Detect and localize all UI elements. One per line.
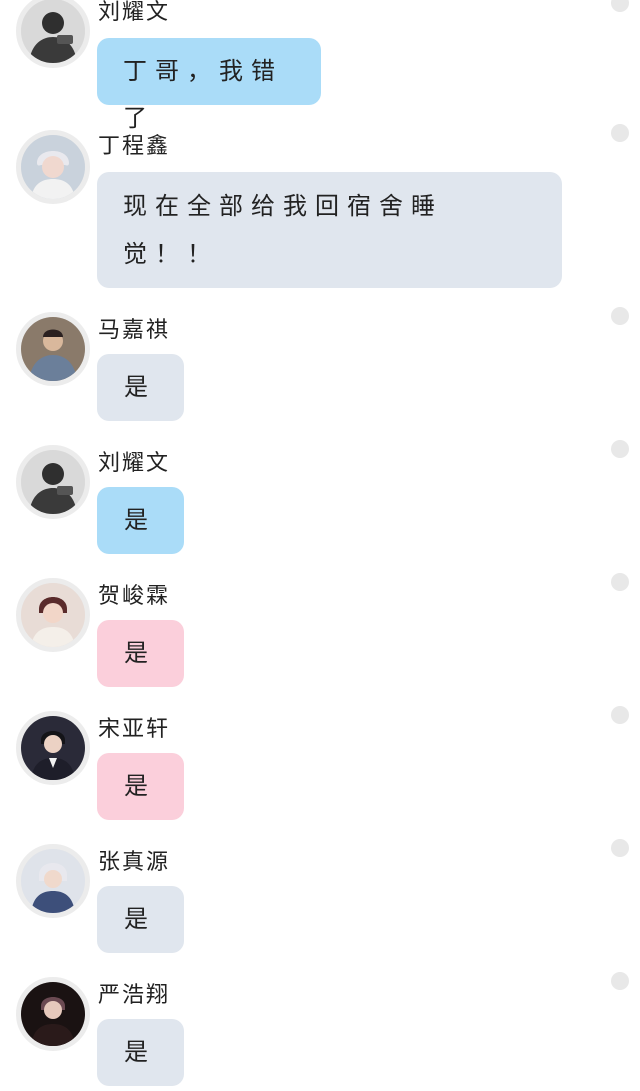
person-photo-icon bbox=[21, 135, 85, 199]
message-bubble[interactable]: 丁哥，我错了 bbox=[97, 38, 321, 132]
avatar[interactable] bbox=[16, 0, 90, 68]
avatar[interactable] bbox=[16, 977, 90, 1051]
sender-name: 严浩翔 bbox=[98, 983, 171, 1008]
message-bubble[interactable]: 是 bbox=[97, 1019, 184, 1086]
status-dot bbox=[611, 839, 629, 857]
status-dot bbox=[611, 706, 629, 724]
person-photo-icon bbox=[21, 317, 85, 381]
status-dot bbox=[611, 0, 629, 12]
avatar[interactable] bbox=[16, 711, 90, 785]
status-dot bbox=[611, 972, 629, 990]
sender-name: 张真源 bbox=[98, 850, 171, 875]
avatar[interactable] bbox=[16, 578, 90, 652]
sender-name: 刘耀文 bbox=[98, 451, 171, 476]
status-dot bbox=[611, 573, 629, 591]
sender-name: 贺峻霖 bbox=[98, 584, 171, 609]
sender-name: 刘耀文 bbox=[98, 0, 171, 25]
status-dot bbox=[611, 307, 629, 325]
person-photo-icon bbox=[21, 0, 85, 63]
person-photo-icon bbox=[21, 849, 85, 913]
status-dot bbox=[611, 124, 629, 142]
avatar[interactable] bbox=[16, 312, 90, 386]
status-dot bbox=[611, 440, 629, 458]
message-bubble[interactable]: 是 bbox=[97, 886, 184, 953]
message-bubble[interactable]: 现在全部给我回宿舍睡觉！！ bbox=[97, 172, 562, 288]
avatar[interactable] bbox=[16, 130, 90, 204]
sender-name: 马嘉祺 bbox=[98, 318, 171, 343]
person-photo-icon bbox=[21, 450, 85, 514]
chat-thread[interactable]: 刘耀文 丁哥，我错了 丁程鑫 现在全部给我回宿舍睡觉！！ 马嘉祺 是 刘耀文 是… bbox=[0, 0, 640, 1091]
person-photo-icon bbox=[21, 716, 85, 780]
message-bubble[interactable]: 是 bbox=[97, 354, 184, 421]
message-bubble[interactable]: 是 bbox=[97, 487, 184, 554]
person-photo-icon bbox=[21, 583, 85, 647]
sender-name: 宋亚轩 bbox=[98, 717, 171, 742]
avatar[interactable] bbox=[16, 445, 90, 519]
sender-name: 丁程鑫 bbox=[98, 134, 171, 159]
person-photo-icon bbox=[21, 982, 85, 1046]
message-bubble[interactable]: 是 bbox=[97, 620, 184, 687]
avatar[interactable] bbox=[16, 844, 90, 918]
message-bubble[interactable]: 是 bbox=[97, 753, 184, 820]
